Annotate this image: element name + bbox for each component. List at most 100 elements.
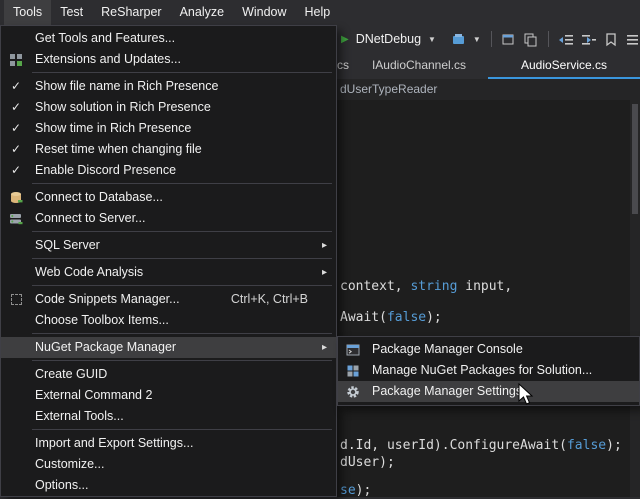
code-text: ); <box>356 483 372 498</box>
code-keyword: false <box>567 438 606 453</box>
checkmark-icon: ✓ <box>11 118 21 139</box>
checkmark-icon: ✓ <box>11 160 21 181</box>
start-debug-icon[interactable]: ▶ <box>341 34 349 45</box>
menu-item-label: External Command 2 <box>35 388 152 402</box>
bookmark-icon[interactable] <box>604 32 618 47</box>
code-text: context, <box>340 279 410 294</box>
gear-icon <box>338 381 368 402</box>
extensions-icon <box>1 49 31 70</box>
menubar-item-help[interactable]: Help <box>296 0 340 25</box>
menu-item-label: Show file name in Rich Presence <box>35 79 218 93</box>
breadcrumb[interactable]: dUserTypeReader <box>340 82 437 96</box>
code-line: Await(false); <box>340 310 442 326</box>
code-text: d.Id, userId).ConfigureAwait( <box>340 438 567 453</box>
menu-bar: Tools Test ReSharper Analyze Window Help <box>0 0 640 25</box>
menubar-item-tools[interactable]: Tools <box>4 0 51 25</box>
menu-item-shortcut: Ctrl+K, Ctrl+B <box>231 289 308 310</box>
code-text: ); <box>426 310 442 325</box>
menu-item-label: Get Tools and Features... <box>35 31 175 45</box>
tools-menu: Get Tools and Features... Extensions and… <box>0 25 337 497</box>
code-line: context, string input, <box>340 279 512 295</box>
menubar-item-test[interactable]: Test <box>51 0 92 25</box>
menu-item-show-solution[interactable]: ✓Show solution in Rich Presence <box>1 97 336 118</box>
visual-studio-window: context, string input, Await(false); d.I… <box>0 0 640 497</box>
checkmark-icon: ✓ <box>11 76 21 97</box>
menu-item-label: Enable Discord Presence <box>35 163 176 177</box>
chevron-down-icon[interactable]: ▼ <box>473 35 481 44</box>
menu-item-label: Extensions and Updates... <box>35 52 181 66</box>
menubar-item-analyze[interactable]: Analyze <box>171 0 233 25</box>
menu-item-label: Create GUID <box>35 367 107 381</box>
menu-item-create-guid[interactable]: Create GUID <box>1 364 336 385</box>
menu-item-label: Choose Toolbox Items... <box>35 313 169 327</box>
new-window-icon[interactable] <box>501 32 516 47</box>
submenu-item-label: Manage NuGet Packages for Solution... <box>372 363 592 377</box>
menu-item-code-snippets-manager[interactable]: Code Snippets Manager... Ctrl+K, Ctrl+B <box>1 289 336 310</box>
submenu-item-package-manager-console[interactable]: Package Manager Console <box>338 339 639 360</box>
menu-item-options[interactable]: Options... <box>1 475 336 496</box>
code-text: input, <box>457 279 512 294</box>
copy-icon[interactable] <box>523 32 538 47</box>
scrollbar-thumb[interactable] <box>632 104 638 214</box>
menu-item-label: Show solution in Rich Presence <box>35 100 211 114</box>
mouse-cursor <box>518 383 536 412</box>
menu-item-label: Customize... <box>35 457 104 471</box>
code-text: Await( <box>340 310 387 325</box>
console-icon <box>338 339 368 360</box>
submenu-item-label: Package Manager Console <box>372 342 523 356</box>
menu-separator <box>32 285 332 286</box>
menu-item-connect-to-server[interactable]: Connect to Server... <box>1 208 336 229</box>
debug-target-dropdown[interactable]: DNetDebug <box>356 32 421 46</box>
menu-item-connect-to-database[interactable]: Connect to Database... <box>1 187 336 208</box>
menu-item-extensions-and-updates[interactable]: Extensions and Updates... <box>1 49 336 70</box>
menu-item-label: SQL Server <box>35 238 100 252</box>
code-line: dUser); <box>340 455 395 471</box>
menu-item-external-tools[interactable]: External Tools... <box>1 406 336 427</box>
menu-item-customize[interactable]: Customize... <box>1 454 336 475</box>
menu-item-label: Reset time when changing file <box>35 142 202 156</box>
menu-item-label: Import and Export Settings... <box>35 436 193 450</box>
menu-item-label: Connect to Database... <box>35 190 163 204</box>
indent-icon[interactable] <box>581 32 597 47</box>
menubar-item-resharper[interactable]: ReSharper <box>92 0 170 25</box>
menu-item-enable-discord-presence[interactable]: ✓ Enable Discord Presence <box>1 160 336 181</box>
submenu-item-package-manager-settings[interactable]: Package Manager Settings <box>338 381 639 402</box>
menu-item-web-code-analysis[interactable]: Web Code Analysis ▸ <box>1 262 336 283</box>
menu-item-choose-toolbox-items[interactable]: Choose Toolbox Items... <box>1 310 336 331</box>
nuget-submenu: Package Manager Console Manage NuGet Pac… <box>337 336 640 406</box>
submenu-item-manage-nuget-packages[interactable]: Manage NuGet Packages for Solution... <box>338 360 639 381</box>
attach-icon[interactable] <box>451 32 466 47</box>
code-keyword: se <box>340 483 356 498</box>
menu-item-label: Options... <box>35 478 89 492</box>
menubar-item-window[interactable]: Window <box>233 0 295 25</box>
database-icon <box>1 187 31 208</box>
packages-icon <box>338 360 368 381</box>
menu-item-nuget-package-manager[interactable]: NuGet Package Manager ▸ <box>1 337 336 358</box>
code-keyword: string <box>410 279 457 294</box>
menu-separator <box>32 72 332 73</box>
menu-item-show-file-name[interactable]: ✓ Show file name in Rich Presence <box>1 76 336 97</box>
outdent-icon[interactable] <box>558 32 574 47</box>
list-icon[interactable] <box>625 32 640 47</box>
snippets-icon <box>1 289 31 310</box>
code-keyword: false <box>387 310 426 325</box>
menu-item-reset-time[interactable]: ✓Reset time when changing file <box>1 139 336 160</box>
menu-item-import-export-settings[interactable]: Import and Export Settings... <box>1 433 336 454</box>
menu-separator <box>32 333 332 334</box>
menu-item-get-tools-and-features[interactable]: Get Tools and Features... <box>1 28 336 49</box>
menu-item-label: NuGet Package Manager <box>35 340 176 354</box>
chevron-down-icon[interactable]: ▼ <box>428 35 436 44</box>
code-text: dUser); <box>340 455 395 470</box>
tab-audioservice[interactable]: AudioService.cs <box>488 53 640 79</box>
menu-item-external-command-2[interactable]: External Command 2 <box>1 385 336 406</box>
submenu-arrow-icon: ▸ <box>322 337 327 358</box>
menu-item-label: Code Snippets Manager... <box>35 292 180 306</box>
menu-item-sql-server[interactable]: SQL Server ▸ <box>1 235 336 256</box>
server-icon <box>1 208 31 229</box>
editor-scrollbar[interactable] <box>630 100 640 497</box>
menu-item-label: Web Code Analysis <box>35 265 143 279</box>
tab-iaudiochannel[interactable]: IAudioChannel.cs <box>360 53 478 77</box>
menu-item-label: Connect to Server... <box>35 211 145 225</box>
menu-item-show-time[interactable]: ✓Show time in Rich Presence <box>1 118 336 139</box>
submenu-item-label: Package Manager Settings <box>372 384 522 398</box>
